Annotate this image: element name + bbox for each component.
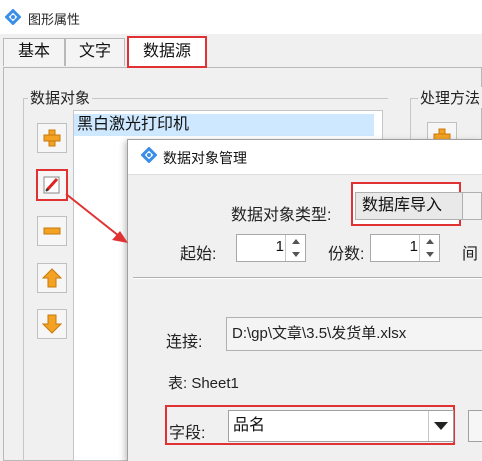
data-object-group-label: 数据对象 <box>28 87 93 108</box>
dialog-app-icon <box>140 146 158 164</box>
divider <box>133 278 482 279</box>
move-down-button[interactable] <box>37 309 67 339</box>
chevron-down-icon <box>434 422 448 430</box>
arrow-down-icon <box>41 314 63 334</box>
window-title: 图形属性 <box>28 12 81 27</box>
copies-label: 份数: <box>328 246 365 263</box>
edit-data-object-button[interactable] <box>36 169 68 201</box>
remove-data-object-button[interactable] <box>37 216 67 246</box>
spin-down-icon[interactable] <box>420 248 439 261</box>
start-spinner-buttons[interactable] <box>285 235 305 261</box>
plus-icon <box>43 129 61 147</box>
move-up-button[interactable] <box>37 263 67 293</box>
data-object-type-select[interactable]: 数据库导入 <box>355 192 475 220</box>
add-data-object-button[interactable] <box>37 123 67 153</box>
start-value[interactable]: 1 <box>236 238 284 255</box>
spin-up-icon[interactable] <box>420 235 439 248</box>
copies-value[interactable]: 1 <box>370 238 418 255</box>
divider <box>128 174 482 175</box>
start-label: 起始: <box>180 246 217 263</box>
dialog-title: 数据对象管理 <box>163 150 247 166</box>
field-select[interactable]: 品名 <box>228 410 454 442</box>
spin-up-icon[interactable] <box>286 235 305 248</box>
spin-down-icon[interactable] <box>286 248 305 261</box>
tab-text[interactable]: 文字 <box>65 38 125 66</box>
interval-label: 间 <box>462 246 479 263</box>
minus-icon <box>43 227 61 235</box>
edit-icon <box>43 176 60 194</box>
data-object-type-label: 数据对象类型: <box>231 207 332 224</box>
field-side-button[interactable] <box>468 410 482 442</box>
arrow-up-icon <box>41 268 63 288</box>
tab-datasource[interactable]: 数据源 <box>127 36 207 68</box>
list-item[interactable]: 黑白激光打印机 <box>74 114 374 136</box>
copies-spinner-buttons[interactable] <box>419 235 439 261</box>
dropdown-button[interactable] <box>428 411 453 441</box>
connect-field[interactable]: D:\gp\文章\3.5\发货单.xlsx <box>226 317 482 351</box>
field-label: 字段: <box>169 425 206 442</box>
type-select-side[interactable] <box>462 192 482 220</box>
process-group-label: 处理方法 <box>418 87 482 108</box>
app-icon <box>4 8 22 26</box>
tab-basic[interactable]: 基本 <box>3 38 65 66</box>
connect-label: 连接: <box>166 334 203 351</box>
table-label: 表: Sheet1 <box>168 375 239 392</box>
